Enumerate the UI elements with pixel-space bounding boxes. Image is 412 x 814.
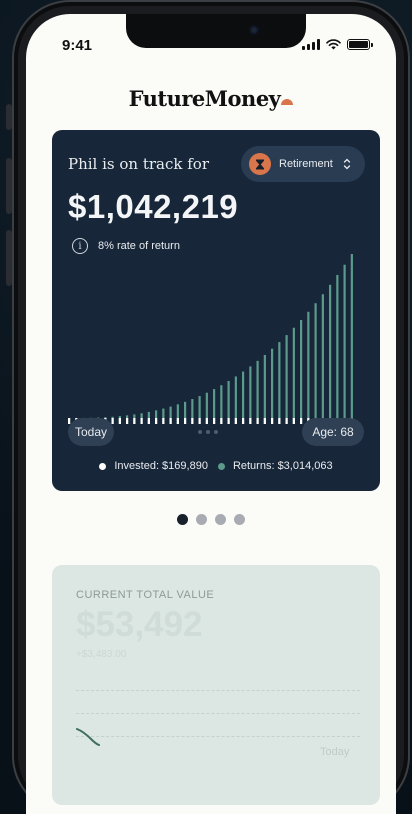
projection-bar-invested	[227, 418, 230, 424]
projection-bar-invested	[205, 418, 208, 424]
projection-bar	[249, 366, 252, 424]
projection-bar-invested	[140, 418, 143, 424]
gridline	[76, 713, 360, 714]
projection-bar-invested	[213, 418, 216, 424]
projection-bar-invested	[263, 418, 266, 424]
current-value-change: +$3,483.00	[76, 649, 127, 660]
invested-swatch	[99, 462, 107, 470]
value-sparkline	[76, 728, 100, 746]
pager-dot[interactable]	[234, 514, 245, 525]
card-pager[interactable]	[26, 514, 396, 525]
projection-bar-invested	[169, 418, 172, 424]
projection-bar-invested	[162, 418, 165, 424]
today-pill[interactable]: Today	[68, 418, 114, 446]
projection-bar-invested	[234, 418, 237, 424]
projection-bar-invested	[126, 418, 129, 424]
projection-bar-chart	[68, 254, 353, 424]
projection-bar	[263, 354, 266, 424]
pager-dot[interactable]	[196, 514, 207, 525]
projection-bar	[256, 360, 259, 424]
projection-bar-invested	[271, 418, 274, 424]
goal-label: Retirement	[279, 158, 333, 170]
hourglass-icon	[249, 153, 271, 175]
status-time: 9:41	[62, 37, 93, 54]
projection-bar-invested	[191, 418, 194, 424]
projection-bar-invested	[184, 418, 187, 424]
projection-bar-invested	[198, 418, 201, 424]
projection-bar	[234, 376, 237, 424]
brand-logo: FutureMoney	[26, 86, 396, 111]
goal-selector[interactable]: Retirement	[241, 146, 365, 182]
screen: 9:41 FutureMoney Phil is on track for Re…	[26, 14, 396, 814]
projection-bar-invested	[249, 418, 252, 424]
projection-bar-invested	[133, 418, 136, 424]
age-pill[interactable]: Age: 68	[302, 418, 364, 446]
projected-amount: $1,042,219	[68, 188, 239, 225]
projection-bar	[242, 371, 245, 424]
projection-bar-invested	[147, 418, 150, 424]
projection-bar-invested	[242, 418, 245, 424]
legend-invested-label: Invested: $169,890	[114, 460, 208, 472]
notch	[126, 14, 306, 48]
projection-bar	[278, 342, 281, 424]
value-today-label: Today	[320, 746, 350, 758]
projection-bar-invested	[285, 418, 288, 424]
projection-bar	[271, 348, 274, 424]
legend-returns: Returns: $3,014,063	[217, 460, 333, 472]
projection-bar	[314, 303, 317, 424]
legend-returns-label: Returns: $3,014,063	[232, 460, 333, 472]
projection-bar-invested	[300, 418, 303, 424]
projection-bar	[307, 311, 310, 424]
gridline	[76, 736, 360, 737]
pager-dot[interactable]	[177, 514, 188, 525]
projection-bar	[292, 327, 295, 424]
status-icons	[302, 39, 373, 50]
projection-bar	[343, 264, 346, 424]
camera-icon	[249, 25, 259, 35]
legend-invested: Invested: $169,890	[99, 460, 208, 472]
gridline	[76, 690, 360, 691]
current-value-amount: $53,492	[76, 605, 203, 644]
projection-bar	[227, 380, 230, 424]
slider-dots	[198, 430, 218, 434]
projection-bar	[329, 284, 332, 424]
projection-bar-invested	[256, 418, 259, 424]
projection-card[interactable]: Phil is on track for Retirement $1,042,2…	[52, 130, 380, 491]
projection-bar	[336, 274, 339, 424]
projection-bar-invested	[155, 418, 158, 424]
chevron-up-down-icon	[343, 158, 351, 170]
brand-dot-icon	[281, 99, 294, 105]
signal-icon	[302, 39, 320, 50]
pager-dot[interactable]	[215, 514, 226, 525]
projection-bar-invested	[111, 418, 114, 424]
wifi-icon	[326, 39, 341, 50]
returns-swatch	[217, 462, 225, 470]
current-value-title: CURRENT TOTAL VALUE	[76, 589, 215, 601]
projection-bar-invested	[118, 418, 121, 424]
current-value-card[interactable]: CURRENT TOTAL VALUE $53,492 +$3,483.00 T…	[52, 565, 380, 805]
projection-bar	[300, 319, 303, 424]
stage: 9:41 FutureMoney Phil is on track for Re…	[0, 0, 412, 814]
projection-bar-invested	[176, 418, 179, 424]
projection-bar	[350, 254, 353, 424]
chart-legend: Invested: $169,890 Returns: $3,014,063	[52, 460, 380, 472]
projection-bar	[285, 335, 288, 424]
projection-headline: Phil is on track for	[68, 155, 209, 173]
projection-bar-invested	[220, 418, 223, 424]
projection-bar	[321, 294, 324, 424]
projection-bar-invested	[278, 418, 281, 424]
projection-bar-invested	[292, 418, 295, 424]
battery-icon	[347, 39, 373, 50]
